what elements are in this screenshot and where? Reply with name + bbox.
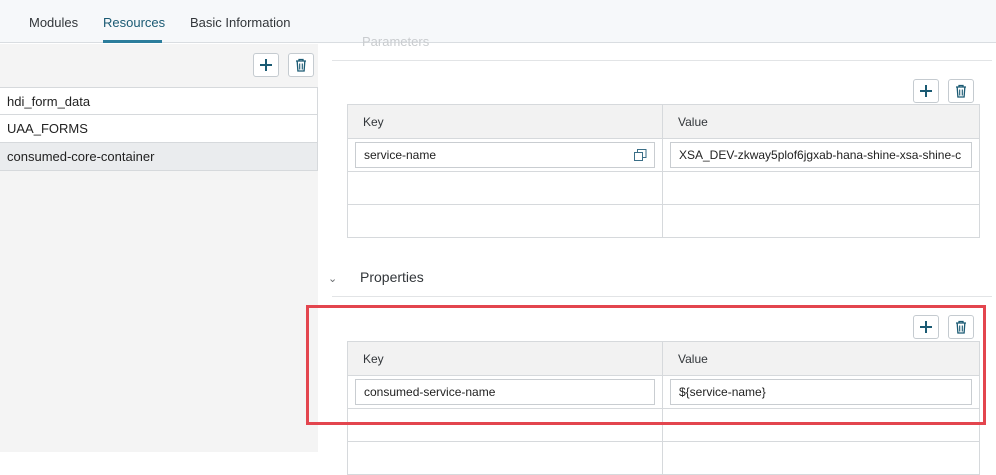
table-row (347, 204, 980, 238)
property-key-text: consumed-service-name (364, 385, 496, 399)
plus-icon (920, 321, 932, 333)
property-value-text: ${service-name} (679, 385, 766, 399)
properties-key-header: Key (347, 341, 663, 376)
add-resource-button[interactable] (253, 53, 279, 77)
trash-icon (956, 84, 966, 98)
tab-bar: Modules Resources Basic Information (0, 0, 996, 43)
properties-table: Key Value consumed-service-name ${servic… (347, 341, 980, 475)
delete-property-button[interactable] (948, 315, 974, 339)
resource-item-uaa-forms[interactable]: UAA_FORMS (0, 115, 318, 143)
tab-resources[interactable]: Resources (103, 15, 165, 30)
add-property-button[interactable] (913, 315, 939, 339)
copy-icon[interactable] (634, 149, 647, 161)
delete-resource-button[interactable] (288, 53, 314, 77)
resource-item-hdi-form-data[interactable]: hdi_form_data (0, 87, 318, 115)
table-row (347, 441, 980, 475)
parameter-key-input[interactable]: service-name (355, 142, 655, 168)
chevron-down-icon[interactable]: ⌄ (328, 272, 337, 285)
add-parameter-button[interactable] (913, 79, 939, 103)
resource-list: hdi_form_data UAA_FORMS consumed-core-co… (0, 87, 318, 171)
properties-value-header: Value (662, 341, 980, 376)
resource-item-consumed-core-container[interactable]: consumed-core-container (0, 143, 318, 171)
parameter-value-input[interactable]: XSA_DEV-zkway5plof6jgxab-hana-shine-xsa-… (670, 142, 972, 168)
parameters-divider (332, 60, 992, 61)
table-row (347, 408, 980, 442)
trash-icon (296, 58, 306, 72)
table-row: consumed-service-name ${service-name} (347, 375, 980, 409)
resource-detail-pane: Parameters Key Value service-name XSA_DE… (318, 34, 996, 475)
resources-pane: hdi_form_data UAA_FORMS consumed-core-co… (0, 44, 318, 452)
table-row (347, 171, 980, 205)
property-key-input[interactable]: consumed-service-name (355, 379, 655, 405)
tab-basic-information[interactable]: Basic Information (190, 15, 290, 30)
property-value-input[interactable]: ${service-name} (670, 379, 972, 405)
properties-section-title: Properties (360, 269, 424, 285)
parameters-section-title: Parameters (362, 34, 430, 49)
plus-icon (920, 85, 932, 97)
tab-modules[interactable]: Modules (29, 15, 78, 30)
parameter-value-text: XSA_DEV-zkway5plof6jgxab-hana-shine-xsa-… (679, 148, 962, 162)
active-tab-indicator (103, 40, 162, 43)
parameters-table: Key Value service-name XSA_DEV-zkway5plo… (347, 104, 980, 238)
parameters-key-header: Key (347, 104, 663, 139)
plus-icon (260, 59, 272, 71)
delete-parameter-button[interactable] (948, 79, 974, 103)
properties-section-header[interactable]: ⌄ Properties (318, 266, 996, 296)
parameters-value-header: Value (662, 104, 980, 139)
properties-divider (332, 296, 992, 297)
trash-icon (956, 320, 966, 334)
table-row: service-name XSA_DEV-zkway5plof6jgxab-ha… (347, 138, 980, 172)
parameter-key-text: service-name (364, 148, 437, 162)
